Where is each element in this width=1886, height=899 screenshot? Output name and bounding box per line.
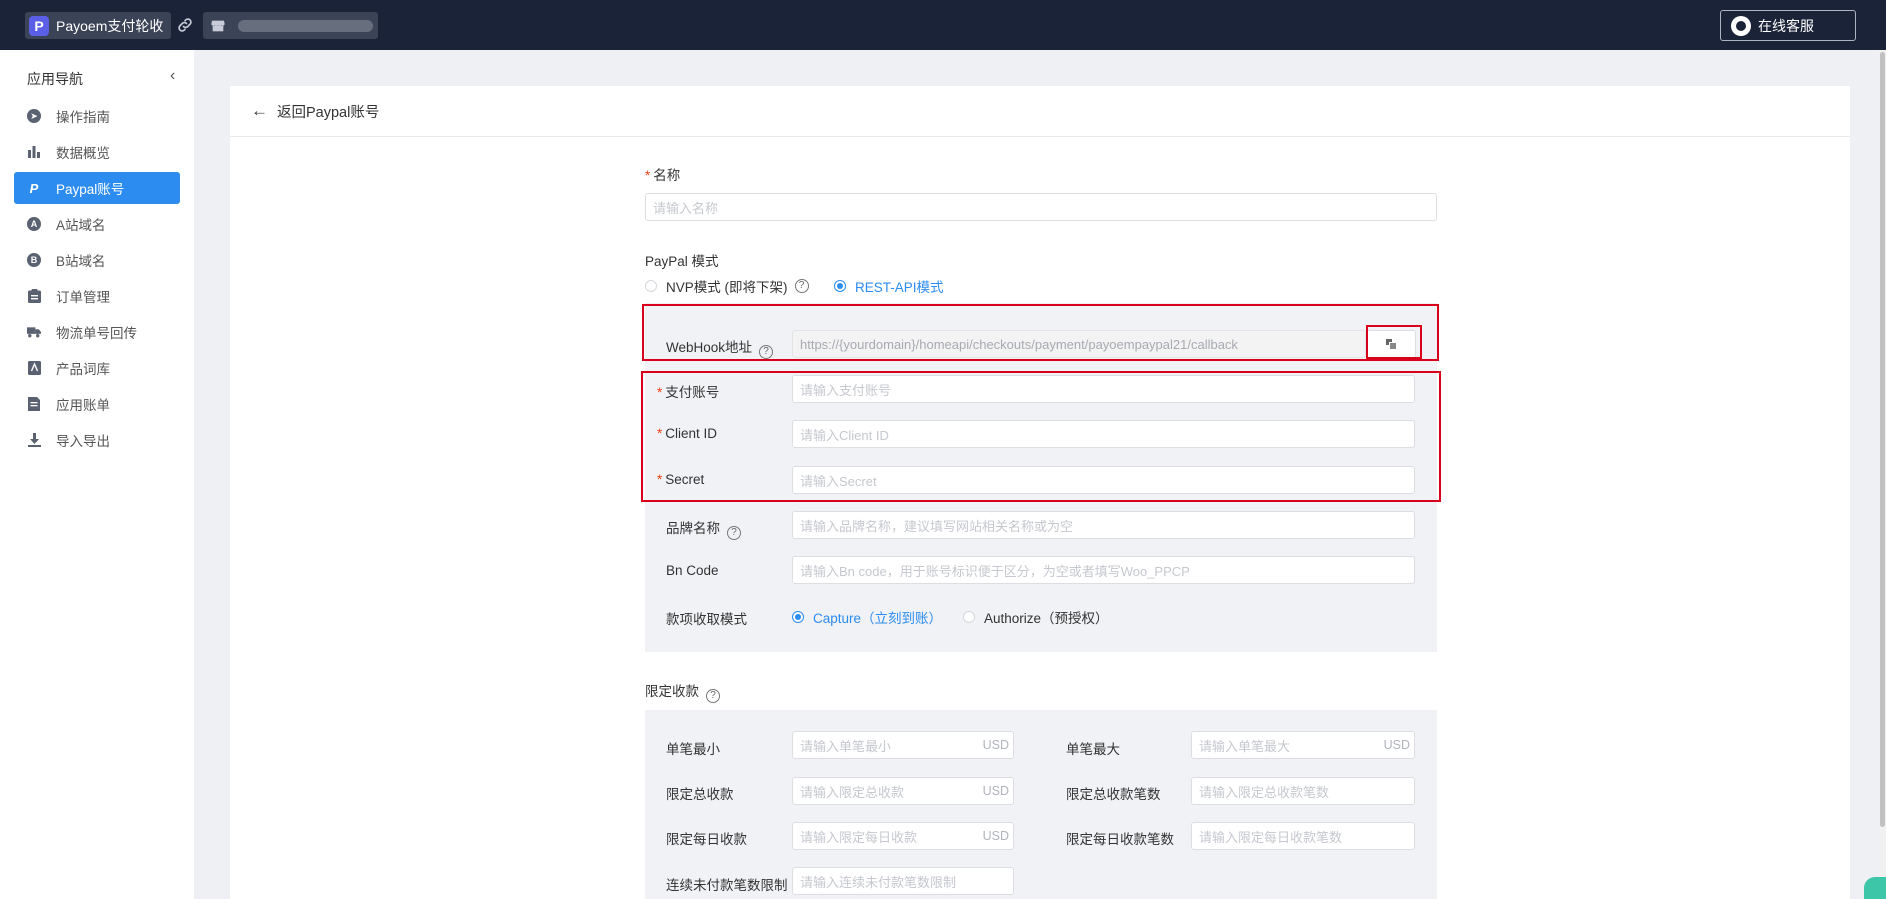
credentials-highlight-box [641,371,1441,502]
sidebar-item-logistics[interactable]: 物流单号回传 [14,316,180,348]
radio-rest-api-mode[interactable]: REST-API模式 [834,276,944,296]
brand-input[interactable]: 请输入品牌名称，建议填写网站相关名称或为空 [792,511,1415,539]
name-label: * 名称 [645,168,681,183]
bar-chart-icon [27,145,41,159]
app-logo-icon: P [29,15,49,36]
radio-capture[interactable]: Capture（立刻到账） [792,607,942,627]
brand-label: 品牌名称? [666,517,741,540]
sidebar-item-label: A站域名 [56,218,106,233]
letter-b-icon: B [27,253,41,267]
sidebar-item-billing[interactable]: 应用账单 [14,388,180,420]
headset-icon [1731,15,1751,36]
scrollbar-thumb[interactable] [1880,52,1885,827]
store-selector[interactable] [203,12,378,39]
truck-icon [27,325,41,339]
total-amount-label: 限定总收款 [666,787,734,802]
webhook-highlight-box [642,304,1439,361]
online-service-button[interactable]: 在线客服 [1720,10,1856,41]
arrow-left-icon: ← [251,101,268,120]
sidebar-item-label: 订单管理 [56,290,110,305]
back-link[interactable]: ← 返回Paypal账号 [230,86,1850,137]
sidebar-item-label: 物流单号回传 [56,326,137,341]
sidebar-item-guide[interactable]: ➤ 操作指南 [14,100,180,132]
app-name: Payoem支付轮收 [56,17,164,34]
sidebar-item-label: 数据概览 [56,146,110,161]
sidebar-item-a-domain[interactable]: A A站域名 [14,208,180,240]
currency-suffix: USD [1383,738,1410,752]
sidebar-item-label: 操作指南 [56,110,110,125]
page-scrollbar[interactable] [1879,50,1886,899]
clipboard-icon [27,289,41,303]
single-max-label: 单笔最大 [1066,742,1120,757]
daily-amount-label: 限定每日收款 [666,832,747,847]
bn-code-input[interactable]: 请输入Bn code，用于账号标识便于区分，为空或者填写Woo_PPCP [792,556,1415,584]
daily-amount-input[interactable]: 请输入限定每日收款 USD [792,822,1014,850]
download-icon [27,433,41,447]
daily-count-input[interactable]: 请输入限定每日收款笔数 [1191,822,1415,850]
radio-circle [792,611,804,623]
currency-suffix: USD [982,784,1009,798]
radio-circle [834,280,846,292]
help-icon[interactable]: ? [727,526,741,540]
sidebar-item-paypal[interactable]: P Paypal账号 [14,172,180,204]
bill-icon [27,397,41,411]
currency-suffix: USD [982,829,1009,843]
single-min-label: 单笔最小 [666,742,720,757]
total-count-label: 限定总收款笔数 [1066,787,1161,802]
radio-circle [645,280,657,292]
unpaid-limit-label: 连续未付款笔数限制 [666,878,788,893]
help-icon[interactable]: ? [794,279,809,293]
online-service-label: 在线客服 [1758,17,1814,34]
sidebar-item-b-domain[interactable]: B B站域名 [14,244,180,276]
sidebar-item-label: 应用账单 [56,398,110,413]
sidebar-item-label: B站域名 [56,254,106,269]
sidebar-item-label: 产品词库 [56,362,110,377]
compass-icon: ➤ [27,109,41,123]
app-switcher[interactable]: P Payoem支付轮收 [25,12,172,39]
link-icon[interactable] [176,16,194,34]
book-icon [27,361,41,375]
sidebar: 应用导航 ‹ ➤ 操作指南 数据概览 P Paypal账号 A A站域名 B B… [0,50,194,899]
sidebar-item-overview[interactable]: 数据概览 [14,136,180,168]
letter-a-icon: A [27,217,41,231]
store-name-redacted [238,19,373,32]
sidebar-item-product-dict[interactable]: 产品词库 [14,352,180,384]
paypal-mode-label: PayPal 模式 [645,254,719,269]
bn-code-label: Bn Code [666,563,719,578]
single-min-input[interactable]: 请输入单笔最小 USD [792,731,1014,759]
total-amount-input[interactable]: 请输入限定总收款 USD [792,777,1014,805]
limits-label: 限定收款? [645,680,720,703]
sidebar-item-label: 导入导出 [56,434,110,449]
total-count-input[interactable]: 请输入限定总收款笔数 [1191,777,1415,805]
radio-circle [963,611,975,623]
currency-suffix: USD [982,738,1009,752]
daily-count-label: 限定每日收款笔数 [1066,832,1174,847]
store-icon [211,20,225,31]
name-input[interactable]: 请输入名称 [645,193,1437,221]
radio-authorize[interactable]: Authorize（预授权） [963,607,1109,627]
top-bar: P Payoem支付轮收 在线客服 [0,0,1886,50]
chevron-left-icon[interactable]: ‹ [170,67,175,85]
help-icon[interactable]: ? [706,689,720,703]
chat-widget-icon[interactable] [1864,877,1886,899]
back-link-label: 返回Paypal账号 [277,104,380,121]
radio-nvp-mode[interactable]: NVP模式 (即将下架) ? [645,276,809,296]
copy-button-highlight-box [1366,325,1422,359]
capture-mode-label: 款项收取模式 [666,612,747,627]
sidebar-item-label: Paypal账号 [56,182,125,197]
sidebar-title: 应用导航 [27,71,83,87]
sidebar-item-import-export[interactable]: 导入导出 [14,424,180,456]
unpaid-limit-input[interactable]: 请输入连续未付款笔数限制 [792,867,1014,895]
single-max-input[interactable]: 请输入单笔最大 USD [1191,731,1415,759]
paypal-icon: P [29,180,39,196]
sidebar-item-orders[interactable]: 订单管理 [14,280,180,312]
